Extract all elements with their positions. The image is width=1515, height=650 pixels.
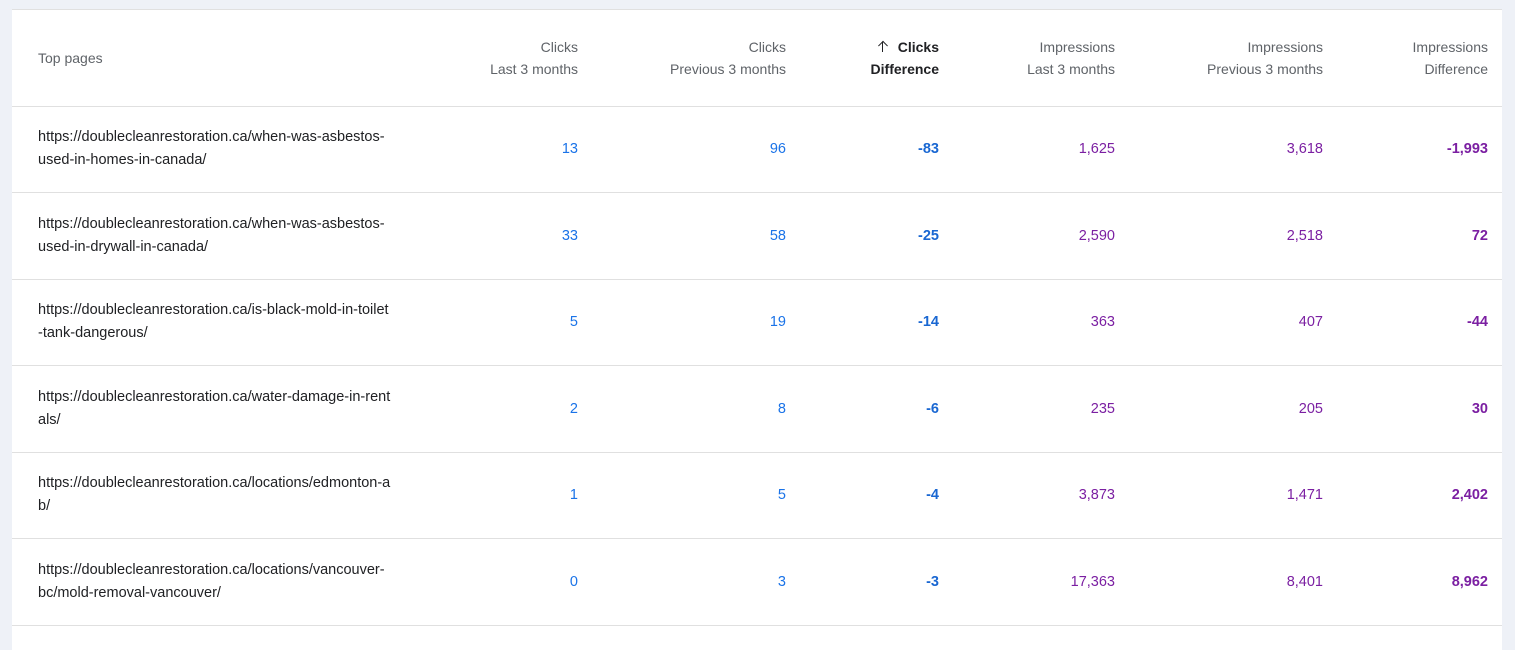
header-clicks-prev-label: Clicks	[748, 38, 786, 55]
header-clicks-diff-sublabel: Difference	[870, 60, 939, 77]
clicks-last-value: 5	[569, 314, 578, 331]
impressions-diff-value: -1,993	[1446, 141, 1488, 158]
header-clicks-prev-sublabel: Previous 3 months	[670, 60, 786, 77]
clicks-diff-value: -6	[926, 400, 939, 417]
impressions-last-value: 2,590	[1078, 227, 1115, 244]
impressions-diff-value: -44	[1467, 314, 1488, 331]
header-spacer	[1488, 10, 1502, 107]
impressions-prev-value: 1,471	[1286, 487, 1323, 504]
row-spacer	[1488, 106, 1502, 193]
header-top-pages-label: Top pages	[38, 49, 103, 66]
impressions-last-value: 3,873	[1078, 487, 1115, 504]
row-spacer	[1488, 539, 1502, 626]
clicks-prev-value: 19	[769, 314, 786, 331]
table-row[interactable]: https://doublecleanrestoration.ca/locati…	[12, 539, 1502, 626]
impressions-prev-value: 205	[1298, 400, 1323, 417]
impressions-diff-value: 72	[1471, 227, 1488, 244]
arrow-up-icon	[876, 39, 890, 53]
clicks-prev-value: 58	[769, 227, 786, 244]
header-impressions-last-label: Impressions	[1039, 38, 1115, 55]
impressions-last-value: 235	[1090, 400, 1115, 417]
header-clicks-prev[interactable]: Clicks Previous 3 months	[578, 10, 786, 107]
row-spacer	[1488, 452, 1502, 539]
clicks-diff-value: -3	[926, 573, 939, 590]
clicks-last-value: 1	[569, 487, 578, 504]
header-impressions-diff-label: Impressions	[1412, 38, 1488, 55]
impressions-prev-value: 2,518	[1286, 227, 1323, 244]
table-row[interactable]: https://doublecleanrestoration.ca/when-w…	[12, 106, 1502, 193]
page-url[interactable]: https://doublecleanrestoration.ca/locati…	[12, 452, 412, 539]
clicks-diff-value: -14	[918, 314, 939, 331]
clicks-diff-value: -4	[926, 487, 939, 504]
table-row[interactable]: https://doublecleanrestoration.ca/is-bla…	[12, 279, 1502, 366]
header-clicks-last-sublabel: Last 3 months	[490, 60, 578, 77]
row-spacer	[1488, 366, 1502, 453]
clicks-last-value: 33	[561, 227, 578, 244]
impressions-prev-value: 407	[1298, 314, 1323, 331]
clicks-diff-value: -83	[918, 141, 939, 158]
header-impressions-prev[interactable]: Impressions Previous 3 months	[1115, 10, 1323, 107]
page-url[interactable]: https://doublecleanrestoration.ca/locati…	[12, 539, 412, 626]
page-url[interactable]: https://doublecleanrestoration.ca/water-…	[12, 366, 412, 453]
clicks-prev-value: 3	[777, 573, 786, 590]
clicks-prev-value: 5	[777, 487, 786, 504]
header-impressions-diff-sublabel: Difference	[1424, 60, 1488, 77]
header-top-pages[interactable]: Top pages	[12, 10, 412, 107]
impressions-diff-value: 30	[1471, 400, 1488, 417]
header-impressions-diff[interactable]: Impressions Difference	[1323, 10, 1488, 107]
row-spacer	[1488, 279, 1502, 366]
header-clicks-last-label: Clicks	[540, 38, 578, 55]
table-header-row: Top pages Clicks Last 3 months Clicks Pr…	[12, 10, 1502, 107]
impressions-last-value: 1,625	[1078, 141, 1115, 158]
top-pages-table: Top pages Clicks Last 3 months Clicks Pr…	[12, 10, 1502, 626]
clicks-last-value: 13	[561, 141, 578, 158]
page-url[interactable]: https://doublecleanrestoration.ca/is-bla…	[12, 279, 412, 366]
impressions-prev-value: 8,401	[1286, 573, 1323, 590]
page-url[interactable]: https://doublecleanrestoration.ca/when-w…	[12, 193, 412, 280]
row-spacer	[1488, 193, 1502, 280]
header-clicks-last[interactable]: Clicks Last 3 months	[412, 10, 578, 107]
header-clicks-diff-label: Clicks	[897, 38, 939, 55]
clicks-last-value: 0	[569, 573, 578, 590]
impressions-last-value: 363	[1090, 314, 1115, 331]
header-impressions-last-sublabel: Last 3 months	[1027, 60, 1115, 77]
clicks-prev-value: 8	[777, 400, 786, 417]
header-impressions-prev-label: Impressions	[1247, 38, 1323, 55]
clicks-diff-value: -25	[918, 227, 939, 244]
clicks-prev-value: 96	[769, 141, 786, 158]
header-impressions-prev-sublabel: Previous 3 months	[1207, 60, 1323, 77]
impressions-diff-value: 8,962	[1451, 573, 1488, 590]
page-url[interactable]: https://doublecleanrestoration.ca/when-w…	[12, 106, 412, 193]
table-row[interactable]: https://doublecleanrestoration.ca/when-w…	[12, 193, 1502, 280]
clicks-last-value: 2	[569, 400, 578, 417]
table-row[interactable]: https://doublecleanrestoration.ca/water-…	[12, 366, 1502, 453]
table-row[interactable]: https://doublecleanrestoration.ca/locati…	[12, 452, 1502, 539]
impressions-diff-value: 2,402	[1451, 487, 1488, 504]
top-pages-table-card: Top pages Clicks Last 3 months Clicks Pr…	[12, 9, 1502, 650]
impressions-last-value: 17,363	[1070, 573, 1115, 590]
header-clicks-diff[interactable]: Clicks Difference	[786, 10, 939, 107]
header-impressions-last[interactable]: Impressions Last 3 months	[939, 10, 1115, 107]
impressions-prev-value: 3,618	[1286, 141, 1323, 158]
